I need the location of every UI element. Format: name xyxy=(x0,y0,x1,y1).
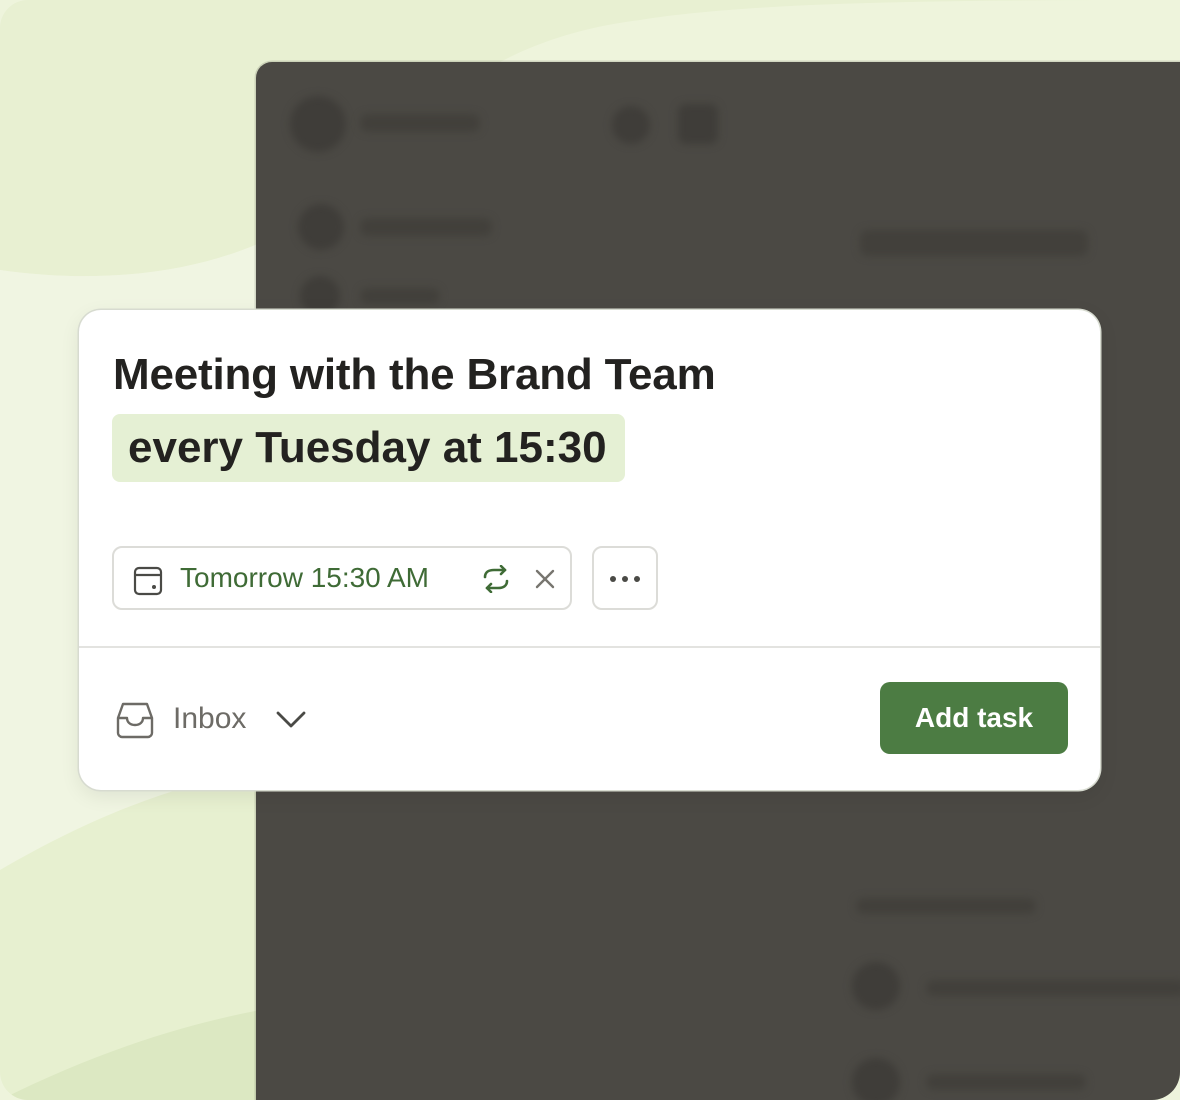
project-label: Inbox xyxy=(173,702,247,735)
blurred-heading xyxy=(860,230,1088,256)
close-icon[interactable] xyxy=(534,568,556,590)
blurred-section-label xyxy=(856,898,1036,914)
due-date-label: Tomorrow 15:30 AM xyxy=(180,562,429,593)
more-horizontal-icon xyxy=(610,576,640,582)
task-title-input[interactable]: Meeting with the Brand Team xyxy=(113,350,716,400)
screen: Meeting with the Brand Team every Tuesda… xyxy=(0,0,1180,1100)
calendar-icon xyxy=(133,566,163,596)
repeat-icon xyxy=(483,565,509,593)
blurred-task-title xyxy=(926,1074,1086,1090)
blurred-bell-icon xyxy=(612,106,650,144)
quick-add-task-dialog: Meeting with the Brand Team every Tuesda… xyxy=(79,310,1100,790)
dialog-divider xyxy=(79,646,1100,648)
project-selector[interactable]: Inbox xyxy=(115,700,315,740)
add-task-button[interactable]: Add task xyxy=(880,682,1068,754)
more-options-button[interactable] xyxy=(592,546,658,610)
chevron-down-icon xyxy=(276,711,306,728)
blurred-sidebar-toggle-icon xyxy=(678,104,718,144)
blurred-add-icon xyxy=(298,204,344,250)
blurred-username xyxy=(360,114,480,132)
due-date-chip[interactable]: Tomorrow 15:30 AM xyxy=(112,546,572,610)
blurred-search-label xyxy=(360,288,440,304)
blurred-task-checkbox xyxy=(852,962,900,1010)
blurred-task-title xyxy=(926,980,1180,996)
recurrence-highlight[interactable]: every Tuesday at 15:30 xyxy=(112,414,625,482)
blurred-add-task-label xyxy=(360,218,492,236)
blurred-task-checkbox xyxy=(852,1058,900,1100)
avatar xyxy=(290,96,346,152)
inbox-icon xyxy=(116,702,154,739)
